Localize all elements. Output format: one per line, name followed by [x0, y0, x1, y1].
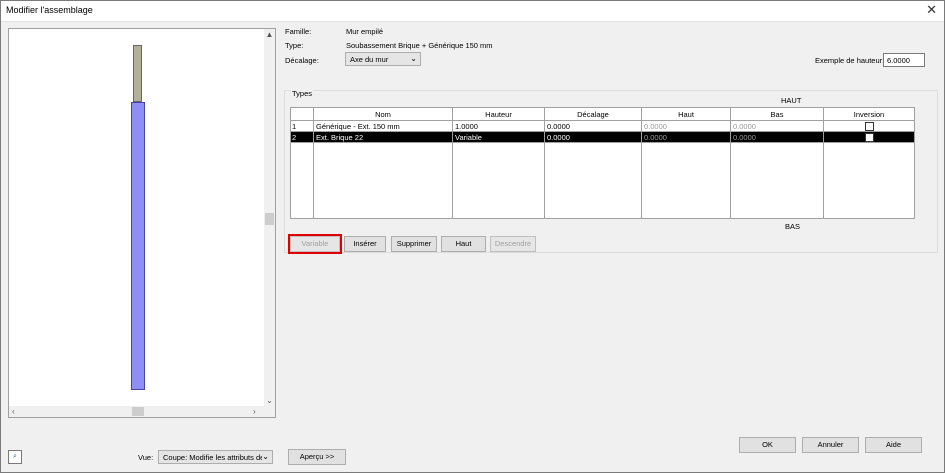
- view-help-icon[interactable]: ⌕: [8, 450, 22, 464]
- wall-lower-segment: [131, 102, 145, 390]
- cell-decalage[interactable]: 0.0000: [544, 120, 642, 132]
- vue-select-value: Coupe: Modifie les attributs des: [163, 453, 269, 462]
- decalage-select-value: Axe du mur: [350, 55, 389, 64]
- bas-caption: BAS: [785, 222, 801, 231]
- inversion-checkbox[interactable]: [864, 132, 874, 142]
- cell-hauteur[interactable]: Variable: [452, 131, 545, 143]
- cell-haut[interactable]: 0.0000: [641, 131, 731, 143]
- cell-bas[interactable]: 0.0000: [730, 131, 824, 143]
- inversion-checkbox[interactable]: [864, 121, 874, 131]
- types-group-label: Types: [291, 89, 314, 98]
- cell-decalage[interactable]: 0.0000: [544, 131, 642, 143]
- famille-value: Mur empilé: [346, 27, 384, 36]
- cell-haut[interactable]: 0.0000: [641, 120, 731, 132]
- scroll-left-icon[interactable]: ‹: [12, 406, 15, 417]
- row-number[interactable]: 1: [290, 120, 314, 132]
- scroll-right-icon[interactable]: ›: [253, 406, 256, 417]
- vertical-scroll-thumb[interactable]: [265, 213, 274, 225]
- horizontal-scroll-thumb[interactable]: [132, 407, 144, 416]
- preview-pane[interactable]: ▲ ⌄ ‹ ›: [8, 28, 276, 418]
- types-table: Nom Hauteur Décalage Haut Bas Inversion …: [290, 107, 915, 219]
- aide-button[interactable]: Aide: [865, 437, 922, 453]
- haut-button[interactable]: Haut: [441, 236, 486, 252]
- hauteur-input[interactable]: 6.0000: [883, 53, 925, 67]
- vertical-scrollbar[interactable]: ▲ ⌄: [264, 29, 275, 417]
- variable-button[interactable]: Variable: [288, 234, 342, 254]
- hauteur-label: Exemple de hauteur:: [815, 56, 885, 65]
- cell-inversion[interactable]: [823, 131, 915, 143]
- window-title: Modifier l'assemblage: [6, 5, 93, 15]
- table-header-row: Nom Hauteur Décalage Haut Bas Inversion: [290, 107, 915, 121]
- type-value: Soubassement Brique + Générique 150 mm: [346, 41, 493, 50]
- decalage-select[interactable]: Axe du mur ⌄: [345, 52, 421, 66]
- cell-inversion[interactable]: [823, 120, 915, 132]
- cell-bas[interactable]: 0.0000: [730, 120, 824, 132]
- ok-button[interactable]: OK: [739, 437, 796, 453]
- table-row[interactable]: 1 Générique - Ext. 150 mm 1.0000 0.0000 …: [290, 120, 915, 132]
- scroll-up-icon[interactable]: ▲: [264, 30, 275, 39]
- column-header-hauteur[interactable]: Hauteur: [452, 107, 545, 121]
- scroll-down-icon[interactable]: ⌄: [264, 396, 275, 405]
- descendre-button[interactable]: Descendre: [490, 236, 536, 252]
- apercu-button[interactable]: Aperçu >>: [288, 449, 346, 465]
- column-header-inversion[interactable]: Inversion: [823, 107, 915, 121]
- title-bar: Modifier l'assemblage ✕: [0, 0, 945, 22]
- vue-select[interactable]: Coupe: Modifie les attributs des ⌄: [158, 450, 273, 464]
- type-label: Type:: [285, 41, 304, 50]
- wall-upper-segment: [133, 45, 142, 102]
- close-icon[interactable]: ✕: [926, 2, 937, 18]
- cell-hauteur[interactable]: 1.0000: [452, 120, 545, 132]
- cell-nom[interactable]: Ext. Brique 22: [313, 131, 453, 143]
- inserer-button[interactable]: Insérer: [344, 236, 386, 252]
- haut-caption: HAUT: [781, 96, 802, 105]
- column-header-decalage[interactable]: Décalage: [544, 107, 642, 121]
- column-header-bas[interactable]: Bas: [730, 107, 824, 121]
- table-empty-area: [290, 142, 915, 219]
- horizontal-scrollbar[interactable]: ‹ ›: [9, 406, 264, 417]
- annuler-button[interactable]: Annuler: [802, 437, 859, 453]
- chevron-down-icon: ⌄: [262, 452, 269, 461]
- column-header-haut[interactable]: Haut: [641, 107, 731, 121]
- famille-label: Famille:: [285, 27, 312, 36]
- vue-label: Vue:: [138, 453, 154, 462]
- column-header: [290, 107, 314, 121]
- row-number[interactable]: 2: [290, 131, 314, 143]
- table-row-selected[interactable]: 2 Ext. Brique 22 Variable 0.0000 0.0000 …: [290, 131, 915, 143]
- chevron-down-icon: ⌄: [410, 54, 417, 63]
- column-header-nom[interactable]: Nom: [313, 107, 453, 121]
- cell-nom[interactable]: Générique - Ext. 150 mm: [313, 120, 453, 132]
- decalage-label: Décalage:: [285, 56, 319, 65]
- supprimer-button[interactable]: Supprimer: [391, 236, 437, 252]
